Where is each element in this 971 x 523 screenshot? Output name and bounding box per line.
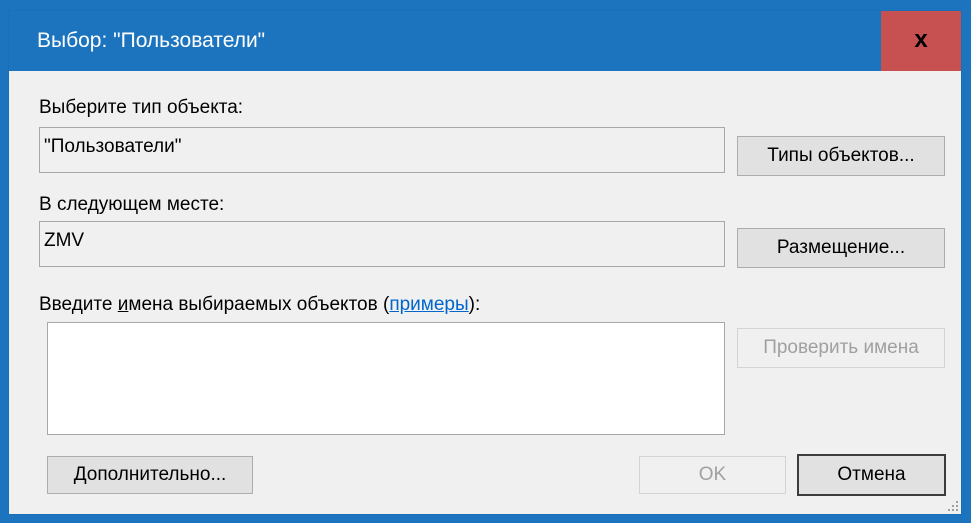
location-label: В следующем месте: bbox=[39, 194, 225, 215]
window-title: Выбор: "Пользователи" bbox=[37, 29, 266, 52]
names-label-mid: мена выбираемых объектов ( bbox=[128, 294, 390, 315]
close-button[interactable]: x bbox=[881, 11, 961, 71]
names-label: Введите имена выбираемых объектов (приме… bbox=[39, 294, 480, 316]
ok-button[interactable]: OK bbox=[639, 456, 786, 494]
grip-dot bbox=[948, 509, 950, 511]
grip-dot bbox=[956, 509, 958, 511]
grip-dot bbox=[952, 509, 954, 511]
advanced-button[interactable]: Дополнительно... bbox=[47, 456, 253, 494]
title-bar[interactable]: Выбор: "Пользователи" x bbox=[9, 11, 961, 71]
check-names-button[interactable]: Проверить имена bbox=[737, 328, 945, 368]
names-label-accelerator: и bbox=[117, 294, 129, 315]
names-label-prefix: Введите bbox=[39, 294, 118, 315]
object-types-button[interactable]: Типы объектов... bbox=[737, 136, 945, 176]
resize-grip-icon[interactable] bbox=[944, 497, 958, 511]
location-field: ZMV bbox=[39, 221, 725, 267]
cancel-button[interactable]: Отмена bbox=[797, 454, 946, 496]
location-button[interactable]: Размещение... bbox=[737, 228, 945, 268]
object-names-input[interactable] bbox=[47, 322, 725, 435]
examples-link[interactable]: примеры bbox=[389, 294, 468, 315]
object-type-field: "Пользователи" bbox=[39, 127, 725, 173]
object-type-label: Выберите тип объекта: bbox=[39, 97, 244, 118]
names-label-suffix: ): bbox=[468, 294, 481, 315]
dialog-window: Выбор: "Пользователи" x Выберите тип объ… bbox=[8, 10, 962, 515]
close-icon: x bbox=[914, 26, 928, 53]
grip-dot bbox=[956, 505, 958, 507]
grip-dot bbox=[956, 501, 958, 503]
grip-dot bbox=[952, 505, 954, 507]
